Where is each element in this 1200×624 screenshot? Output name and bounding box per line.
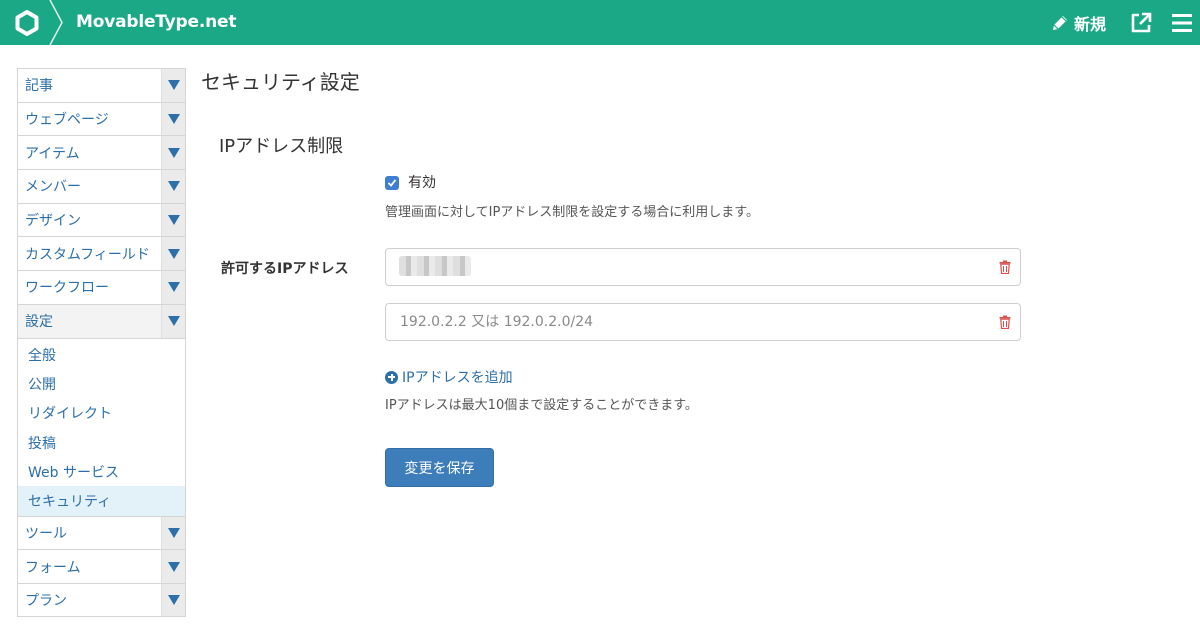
submenu-item-web-services[interactable]: Web サービス bbox=[18, 457, 185, 486]
sidebar-item-entries[interactable]: 記事 bbox=[17, 68, 186, 102]
submenu-item-publishing[interactable]: 公開 bbox=[18, 370, 185, 399]
enable-checkbox[interactable] bbox=[385, 176, 399, 190]
save-button[interactable]: 変更を保存 bbox=[385, 448, 494, 487]
submenu-item-security[interactable]: セキュリティ bbox=[18, 486, 185, 516]
sidebar-nav: 記事 ウェブページ アイテム メンバー デザイン カスタムフィールド ワークフロ… bbox=[17, 68, 186, 617]
trash-icon[interactable] bbox=[999, 260, 1011, 274]
enable-label[interactable]: 有効 bbox=[408, 172, 436, 192]
trash-icon[interactable] bbox=[999, 315, 1011, 329]
site-name[interactable]: MovableType.net bbox=[76, 12, 236, 32]
sidebar-item-label: プラン bbox=[25, 592, 67, 609]
sidebar-item-forms[interactable]: フォーム bbox=[17, 549, 186, 583]
ip-input-2[interactable] bbox=[386, 304, 986, 340]
enable-hint: 管理画面に対してIPアドレス制限を設定する場合に利用します。 bbox=[385, 205, 759, 220]
chevron-down-icon[interactable] bbox=[161, 550, 185, 583]
sidebar-item-items[interactable]: アイテム bbox=[17, 135, 186, 170]
ip-input-1[interactable] bbox=[386, 249, 986, 285]
redacted-ip-value bbox=[399, 256, 471, 276]
page-title: セキュリティ設定 bbox=[201, 70, 360, 94]
new-button[interactable]: 新規 bbox=[1050, 10, 1106, 36]
hamburger-menu-icon[interactable] bbox=[1170, 11, 1194, 35]
chevron-down-icon[interactable] bbox=[161, 271, 185, 304]
sidebar-item-workflow[interactable]: ワークフロー bbox=[17, 270, 186, 304]
chevron-down-icon[interactable] bbox=[161, 516, 185, 550]
sidebar-item-label: アイテム bbox=[25, 145, 80, 162]
chevron-down-icon[interactable] bbox=[161, 237, 185, 271]
new-label: 新規 bbox=[1074, 15, 1107, 34]
sidebar-item-settings[interactable]: 設定 bbox=[17, 303, 186, 338]
sidebar-item-members[interactable]: メンバー bbox=[17, 169, 186, 203]
settings-submenu: 全般 公開 リダイレクト 投稿 Web サービス セキュリティ bbox=[17, 337, 186, 516]
ip-limit-hint: IPアドレスは最大10個まで設定することができます。 bbox=[385, 398, 698, 413]
sidebar-item-label: 設定 bbox=[25, 314, 53, 331]
add-ip-link[interactable]: IPアドレスを追加 bbox=[385, 367, 513, 387]
ip-field-2[interactable] bbox=[385, 303, 1021, 341]
chevron-down-icon[interactable] bbox=[161, 69, 185, 102]
sidebar-item-label: メンバー bbox=[25, 179, 81, 196]
chevron-down-icon[interactable] bbox=[161, 203, 185, 237]
top-header: MovableType.net 新規 bbox=[0, 0, 1200, 45]
sidebar-item-label: カスタムフィールド bbox=[25, 246, 150, 263]
chevron-down-icon[interactable] bbox=[161, 304, 185, 338]
sidebar-item-label: 記事 bbox=[25, 78, 53, 95]
external-link-icon[interactable] bbox=[1128, 10, 1154, 36]
chevron-down-icon[interactable] bbox=[161, 170, 185, 203]
sidebar-item-webpages[interactable]: ウェブページ bbox=[17, 101, 186, 136]
submenu-item-posting[interactable]: 投稿 bbox=[18, 428, 185, 457]
allowed-ip-label: 許可するIPアドレス bbox=[221, 261, 349, 277]
submenu-item-redirect[interactable]: リダイレクト bbox=[18, 399, 185, 428]
check-icon bbox=[387, 179, 397, 187]
sidebar-item-label: フォーム bbox=[25, 559, 81, 576]
sidebar-item-design[interactable]: デザイン bbox=[17, 202, 186, 237]
ip-field-1[interactable] bbox=[385, 248, 1021, 286]
plus-circle-icon bbox=[385, 370, 398, 384]
logo-icon[interactable] bbox=[12, 8, 42, 38]
pencil-icon bbox=[1053, 16, 1067, 30]
submenu-item-general[interactable]: 全般 bbox=[18, 341, 185, 370]
chevron-down-icon[interactable] bbox=[161, 102, 185, 136]
sidebar-item-label: ツール bbox=[25, 525, 67, 542]
sidebar-item-label: ウェブページ bbox=[25, 112, 109, 129]
sidebar-item-tools[interactable]: ツール bbox=[17, 515, 186, 550]
add-ip-label: IPアドレスを追加 bbox=[402, 370, 513, 386]
chevron-down-icon[interactable] bbox=[161, 584, 185, 616]
sidebar-item-plan[interactable]: プラン bbox=[17, 583, 186, 617]
breadcrumb-separator-icon bbox=[49, 0, 63, 45]
chevron-down-icon[interactable] bbox=[161, 136, 185, 170]
sidebar-item-custom-fields[interactable]: カスタムフィールド bbox=[17, 236, 186, 271]
section-title: IPアドレス制限 bbox=[219, 136, 344, 157]
sidebar-item-label: デザイン bbox=[25, 213, 81, 230]
sidebar-item-label: ワークフロー bbox=[25, 280, 109, 297]
